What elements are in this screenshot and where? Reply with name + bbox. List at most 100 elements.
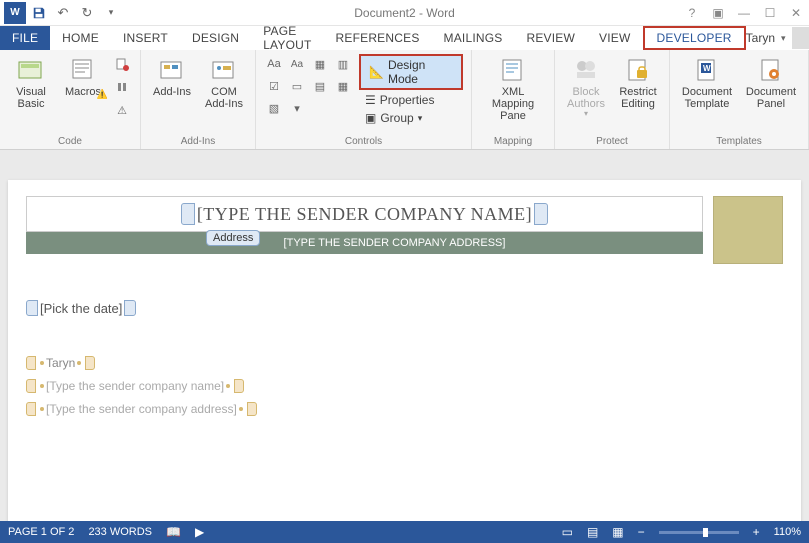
group-templates: W Document Template Document Panel Templ… xyxy=(670,50,809,149)
undo-button[interactable]: ↶ xyxy=(52,2,74,24)
minimize-button[interactable]: — xyxy=(735,6,753,20)
status-bar: PAGE 1 OF 2 233 WORDS 📖 ▶ ▭ ▤ ▦ − + 110% xyxy=(0,521,809,543)
web-layout-button[interactable]: ▦ xyxy=(612,525,623,539)
tab-design[interactable]: DESIGN xyxy=(180,26,251,50)
sender-address-field[interactable]: [Type the sender company address] xyxy=(26,402,257,416)
block-authors-icon xyxy=(571,56,601,84)
document-panel-button[interactable]: Document Panel xyxy=(742,54,800,110)
qat-customize[interactable]: ▾ xyxy=(100,2,122,24)
cc-handle-left[interactable] xyxy=(181,203,195,225)
cc-handle-left[interactable] xyxy=(26,356,36,370)
print-layout-button[interactable]: ▤ xyxy=(587,525,598,539)
read-mode-button[interactable]: ▭ xyxy=(562,525,573,539)
tab-insert[interactable]: INSERT xyxy=(111,26,180,50)
restrict-icon xyxy=(623,56,653,84)
title-bar: W ↶ ↻ ▾ Document2 - Word ? ▣ — ☐ ✕ xyxy=(0,0,809,26)
com-addins-icon xyxy=(209,56,239,84)
page: [TYPE THE SENDER COMPANY NAME] Address [… xyxy=(8,180,801,521)
tab-file[interactable]: FILE xyxy=(0,26,50,50)
group-icon: ▣ xyxy=(365,111,376,125)
close-button[interactable]: ✕ xyxy=(787,6,805,20)
cc-handle-right[interactable] xyxy=(85,356,95,370)
date-picker-control[interactable]: ▦ xyxy=(333,76,353,96)
addins-button[interactable]: Add-Ins xyxy=(149,54,195,98)
tab-references[interactable]: REFERENCES xyxy=(324,26,432,50)
rich-text-control[interactable]: Aa xyxy=(264,54,284,74)
legacy-tools[interactable]: ▾ xyxy=(287,98,307,118)
window-controls: ? ▣ — ☐ ✕ xyxy=(683,6,805,20)
block-authors-button[interactable]: Block Authors ▾ xyxy=(563,54,609,119)
save-button[interactable] xyxy=(28,2,50,24)
design-mode-button[interactable]: 📐 Design Mode xyxy=(359,54,463,90)
tab-page-layout[interactable]: PAGE LAYOUT xyxy=(251,26,323,50)
cc-handle-right[interactable] xyxy=(234,379,244,393)
group-code: Visual Basic ⚠️ Macros ⚠ Code xyxy=(0,50,141,149)
maximize-button[interactable]: ☐ xyxy=(761,6,779,20)
cc-handle-right[interactable] xyxy=(247,402,257,416)
com-addins-button[interactable]: COM Add-Ins xyxy=(201,54,247,110)
group-addins: Add-Ins COM Add-Ins Add-Ins xyxy=(141,50,256,149)
doc-panel-icon xyxy=(756,56,786,84)
logo-placeholder[interactable] xyxy=(713,196,783,264)
group-label-addins: Add-Ins xyxy=(149,136,247,147)
doc-template-icon: W xyxy=(692,56,722,84)
address-placeholder[interactable]: [TYPE THE SENDER COMPANY ADDRESS] xyxy=(284,237,506,249)
sender-company-field[interactable]: [Type the sender company name] xyxy=(26,379,244,393)
header-address-row: Address [TYPE THE SENDER COMPANY ADDRESS… xyxy=(26,232,703,254)
zoom-level[interactable]: 110% xyxy=(774,526,801,538)
tab-view[interactable]: VIEW xyxy=(587,26,642,50)
cc-handle-right[interactable] xyxy=(534,203,548,225)
tab-developer[interactable]: DEVELOPER xyxy=(643,26,746,50)
record-macro-button[interactable] xyxy=(112,54,132,74)
building-block-control[interactable]: ▥ xyxy=(333,54,353,74)
sender-name-field[interactable]: Taryn xyxy=(26,356,95,370)
ribbon-display-button[interactable]: ▣ xyxy=(709,6,727,20)
xml-icon xyxy=(498,56,528,84)
spellcheck-button[interactable]: 📖 xyxy=(166,525,181,539)
account-area[interactable]: Taryn ▾ xyxy=(746,26,809,50)
checkbox-control[interactable]: ☑ xyxy=(264,76,284,96)
page-indicator[interactable]: PAGE 1 OF 2 xyxy=(8,526,74,538)
window-title: Document2 - Word xyxy=(354,6,454,20)
zoom-out-button[interactable]: − xyxy=(638,525,645,539)
warning-icon: ⚠️ xyxy=(97,90,108,100)
document-area[interactable]: [TYPE THE SENDER COMPANY NAME] Address [… xyxy=(0,150,809,521)
group-protect: Block Authors ▾ Restrict Editing Protect xyxy=(555,50,670,149)
company-name-control[interactable]: [TYPE THE SENDER COMPANY NAME] xyxy=(181,203,548,225)
picture-control[interactable]: ▦ xyxy=(310,54,330,74)
word-count[interactable]: 233 WORDS xyxy=(88,526,152,538)
header-title-row: [TYPE THE SENDER COMPANY NAME] xyxy=(26,196,703,232)
date-picker-field[interactable]: [Pick the date] xyxy=(26,300,136,316)
properties-button[interactable]: ☰ Properties xyxy=(359,92,463,108)
word-icon[interactable]: W xyxy=(4,2,26,24)
address-control-tag[interactable]: Address xyxy=(206,230,260,246)
dropdown-control[interactable]: ▤ xyxy=(310,76,330,96)
cc-handle-right[interactable] xyxy=(124,300,136,316)
restrict-editing-button[interactable]: Restrict Editing xyxy=(615,54,661,110)
properties-icon: ☰ xyxy=(365,93,376,107)
redo-button[interactable]: ↻ xyxy=(76,2,98,24)
tab-mailings[interactable]: MAILINGS xyxy=(432,26,515,50)
macro-security-button[interactable]: ⚠ xyxy=(112,100,132,120)
zoom-slider[interactable] xyxy=(659,531,739,534)
help-button[interactable]: ? xyxy=(683,6,701,20)
group-control-button[interactable]: ▣ Group ▾ xyxy=(359,110,463,126)
combo-box-control[interactable]: ▭ xyxy=(287,76,307,96)
macros-icon: ⚠️ xyxy=(68,56,98,84)
macro-status-icon[interactable]: ▶ xyxy=(195,525,204,539)
pause-recording-button[interactable] xyxy=(112,77,132,97)
ribbon: Visual Basic ⚠️ Macros ⚠ Code Add-Ins CO… xyxy=(0,50,809,150)
visual-basic-button[interactable]: Visual Basic xyxy=(8,54,54,110)
svg-text:W: W xyxy=(703,64,711,73)
cc-handle-left[interactable] xyxy=(26,300,38,316)
document-template-button[interactable]: W Document Template xyxy=(678,54,736,110)
macros-button[interactable]: ⚠️ Macros xyxy=(60,54,106,98)
zoom-in-button[interactable]: + xyxy=(753,525,760,539)
tab-home[interactable]: HOME xyxy=(50,26,111,50)
repeating-section-control[interactable]: ▧ xyxy=(264,98,284,118)
cc-handle-left[interactable] xyxy=(26,379,36,393)
plain-text-control[interactable]: Aa xyxy=(287,54,307,74)
cc-handle-left[interactable] xyxy=(26,402,36,416)
xml-mapping-button[interactable]: XML Mapping Pane xyxy=(480,54,546,122)
tab-review[interactable]: REVIEW xyxy=(514,26,587,50)
